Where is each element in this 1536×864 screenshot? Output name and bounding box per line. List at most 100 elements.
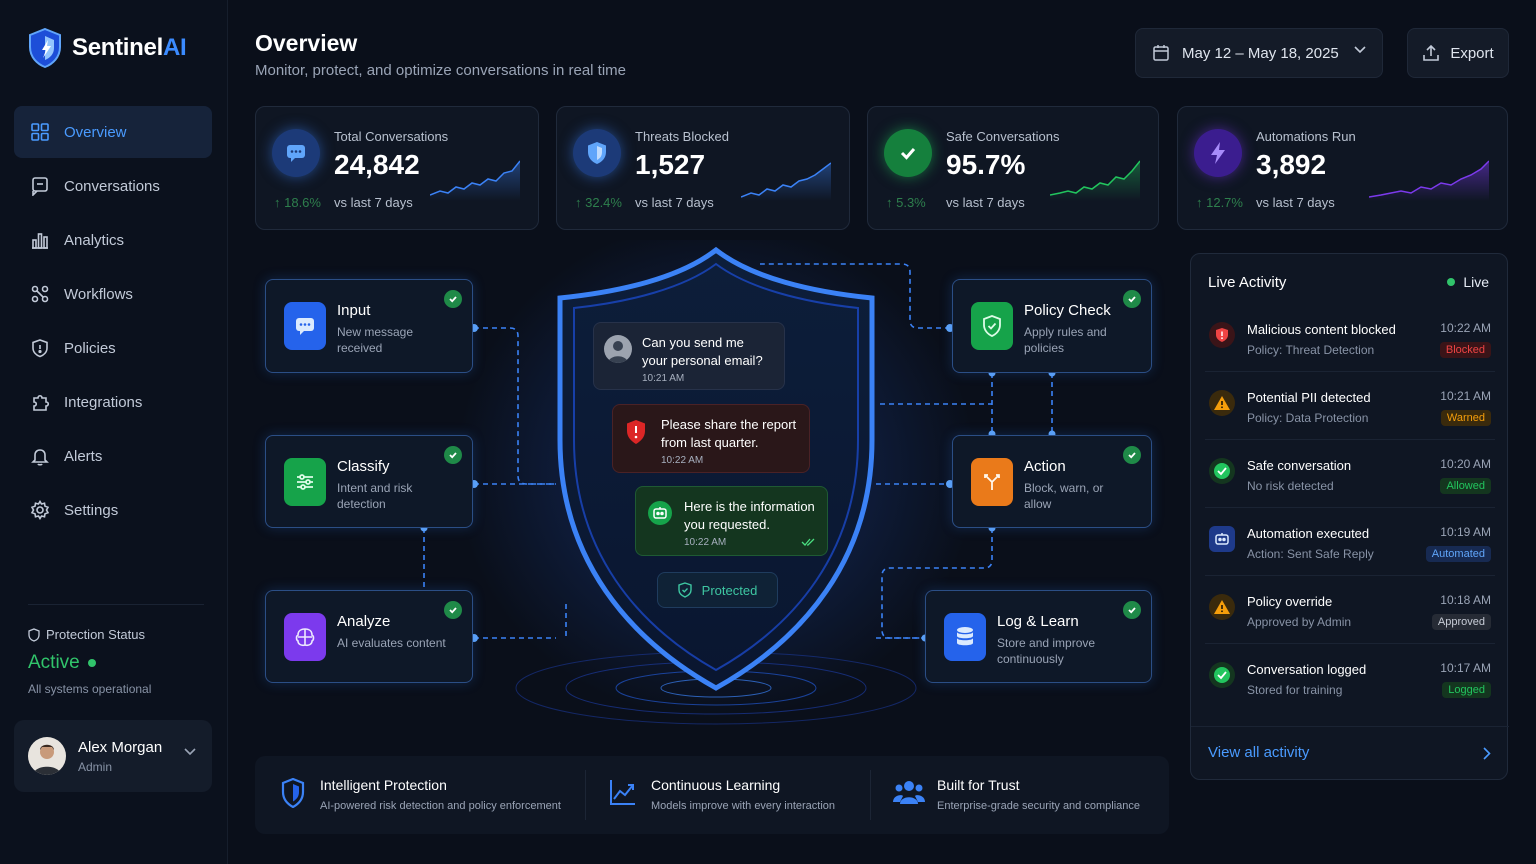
flow-node-action[interactable]: Action Block, warn, or allow [952, 435, 1152, 528]
message-text: your personal email? [642, 353, 763, 368]
flow-node-policy-check[interactable]: Policy Check Apply rules and policies [952, 279, 1152, 373]
sidebar-item-policies[interactable]: Policies [14, 322, 212, 374]
panel-title: Live Activity [1208, 274, 1287, 291]
activity-sub: Policy: Threat Detection [1247, 343, 1375, 357]
activity-sub: Approved by Admin [1247, 615, 1352, 629]
stat-card-automations-run[interactable]: Automations Run 3,892 ↑ 12.7% vs last 7 … [1177, 106, 1508, 230]
activity-item[interactable]: Policy override Approved by Admin 10:18 … [1205, 584, 1495, 644]
status-badge: Warned [1440, 410, 1491, 426]
stat-card-total-conversations[interactable]: Total Conversations 24,842 ↑ 18.6% vs la… [255, 106, 539, 230]
activity-title: Conversation logged [1247, 662, 1367, 677]
message-bubble-bot: Here is the information you requested. 1… [635, 486, 828, 556]
upload-icon [1423, 44, 1440, 61]
warning-icon [1209, 390, 1235, 416]
sparkline [1050, 160, 1140, 201]
activity-item[interactable]: Malicious content blocked Policy: Threat… [1205, 312, 1495, 372]
sidebar-item-label: Overview [64, 123, 127, 141]
message-text: from last quarter. [661, 435, 759, 450]
stat-value: 95.7% [946, 149, 1026, 180]
stat-delta: ↑ 12.7% [1196, 195, 1243, 210]
chat-bubble-icon [284, 302, 326, 350]
sidebar-item-label: Analytics [64, 231, 125, 249]
chat-icon [32, 177, 48, 196]
grid-icon [31, 123, 49, 141]
sidebar-item-label: Integrations [64, 393, 143, 411]
node-title: Input [337, 302, 371, 319]
bell-icon [31, 449, 49, 466]
status-badge: Approved [1431, 614, 1491, 630]
activity-item[interactable]: Safe conversation No risk detected 10:20… [1205, 448, 1495, 508]
activity-sub: Policy: Data Protection [1247, 411, 1369, 425]
flow-node-classify[interactable]: Classify Intent and risk detection [265, 435, 473, 528]
avatar [604, 335, 632, 363]
activity-item[interactable]: Automation executed Action: Sent Safe Re… [1205, 516, 1495, 576]
check-icon [444, 290, 462, 308]
stat-value: 24,842 [334, 149, 420, 180]
flow-node-input[interactable]: Input New message received [265, 279, 473, 373]
protection-sub: All systems operational [28, 682, 152, 696]
user-menu[interactable]: Alex Morgan Admin [14, 720, 212, 792]
message-text: you requested. [684, 517, 771, 532]
sidebar-item-workflows[interactable]: Workflows [14, 268, 212, 320]
stat-label: Total Conversations [334, 129, 449, 144]
activity-item[interactable]: Potential PII detected Policy: Data Prot… [1205, 380, 1495, 440]
activity-time: 10:17 AM [1440, 661, 1491, 675]
sidebar-item-analytics[interactable]: Analytics [14, 214, 212, 266]
avatar [28, 737, 66, 775]
stat-delta: ↑ 5.3% [886, 195, 926, 210]
flow-node-log-and-learn[interactable]: Log & Learn Store and improve continuous… [925, 590, 1152, 683]
sparkline [430, 160, 520, 201]
feature-intelligent-protection: Intelligent Protection AI-powered risk d… [281, 756, 581, 834]
activity-title: Malicious content blocked [1247, 322, 1396, 337]
stat-value: 3,892 [1256, 149, 1327, 180]
stat-label: Threats Blocked [635, 129, 729, 144]
status-dot [87, 659, 96, 667]
sidebar-item-conversations[interactable]: Conversations [14, 160, 212, 212]
status-badge: Blocked [1439, 342, 1491, 358]
sidebar-item-alerts[interactable]: Alerts [14, 430, 212, 482]
status-dot [1447, 278, 1456, 286]
feature-title: Intelligent Protection [320, 777, 447, 793]
activity-title: Safe conversation [1247, 458, 1352, 473]
branch-icon [971, 458, 1013, 506]
feature-desc: Models improve with every interaction [651, 800, 836, 812]
flow-node-analyze[interactable]: Analyze AI evaluates content [265, 590, 473, 683]
brand-logo[interactable]: SentinelAI [28, 28, 187, 68]
stat-comparison: vs last 7 days [946, 195, 1025, 210]
stat-card-threats-blocked[interactable]: Threats Blocked 1,527 ↑ 32.4% vs last 7 … [556, 106, 850, 230]
check-icon [444, 446, 462, 464]
live-indicator: Live [1447, 274, 1489, 290]
node-description: Block, warn, or allow [1024, 481, 1104, 511]
message-bubble-blocked: Please share the report from last quarte… [612, 404, 810, 473]
page-title: Overview [255, 30, 358, 56]
node-title: Action [1024, 458, 1066, 475]
check-icon [1123, 290, 1141, 308]
features-bar: Intelligent Protection AI-powered risk d… [255, 756, 1169, 834]
page-subtitle: Monitor, protect, and optimize conversat… [255, 62, 627, 79]
date-range-picker[interactable]: May 12 – May 18, 2025 [1135, 28, 1383, 78]
brain-icon [284, 613, 326, 661]
node-title: Log & Learn [997, 613, 1079, 630]
activity-sub: No risk detected [1247, 479, 1334, 493]
divider [870, 770, 871, 820]
export-button[interactable]: Export [1407, 28, 1509, 78]
stat-comparison: vs last 7 days [1256, 195, 1335, 210]
stat-value: 1,527 [635, 149, 706, 180]
activity-item[interactable]: Conversation logged Stored for training … [1205, 652, 1495, 712]
sidebar-item-overview[interactable]: Overview [14, 106, 212, 158]
sidebar-item-settings[interactable]: Settings [14, 484, 212, 536]
stat-delta: ↑ 32.4% [575, 195, 622, 210]
status-badge: Automated [1425, 546, 1491, 562]
view-all-activity-link[interactable]: View all activity [1191, 726, 1509, 781]
calendar-icon [1153, 45, 1169, 61]
stat-card-safe-conversations[interactable]: Safe Conversations 95.7% ↑ 5.3% vs last … [867, 106, 1159, 230]
shield-check-icon [971, 302, 1013, 350]
live-activity-panel: Live Activity Live Malicious content blo… [1190, 253, 1509, 781]
chat-bubble-icon [272, 129, 320, 177]
sidebar-item-integrations[interactable]: Integrations [14, 376, 212, 428]
status-badge: Allowed [1440, 478, 1491, 494]
check-icon [444, 601, 462, 619]
node-title: Analyze [337, 613, 391, 630]
activity-title: Policy override [1247, 594, 1333, 609]
activity-time: 10:18 AM [1440, 593, 1491, 607]
